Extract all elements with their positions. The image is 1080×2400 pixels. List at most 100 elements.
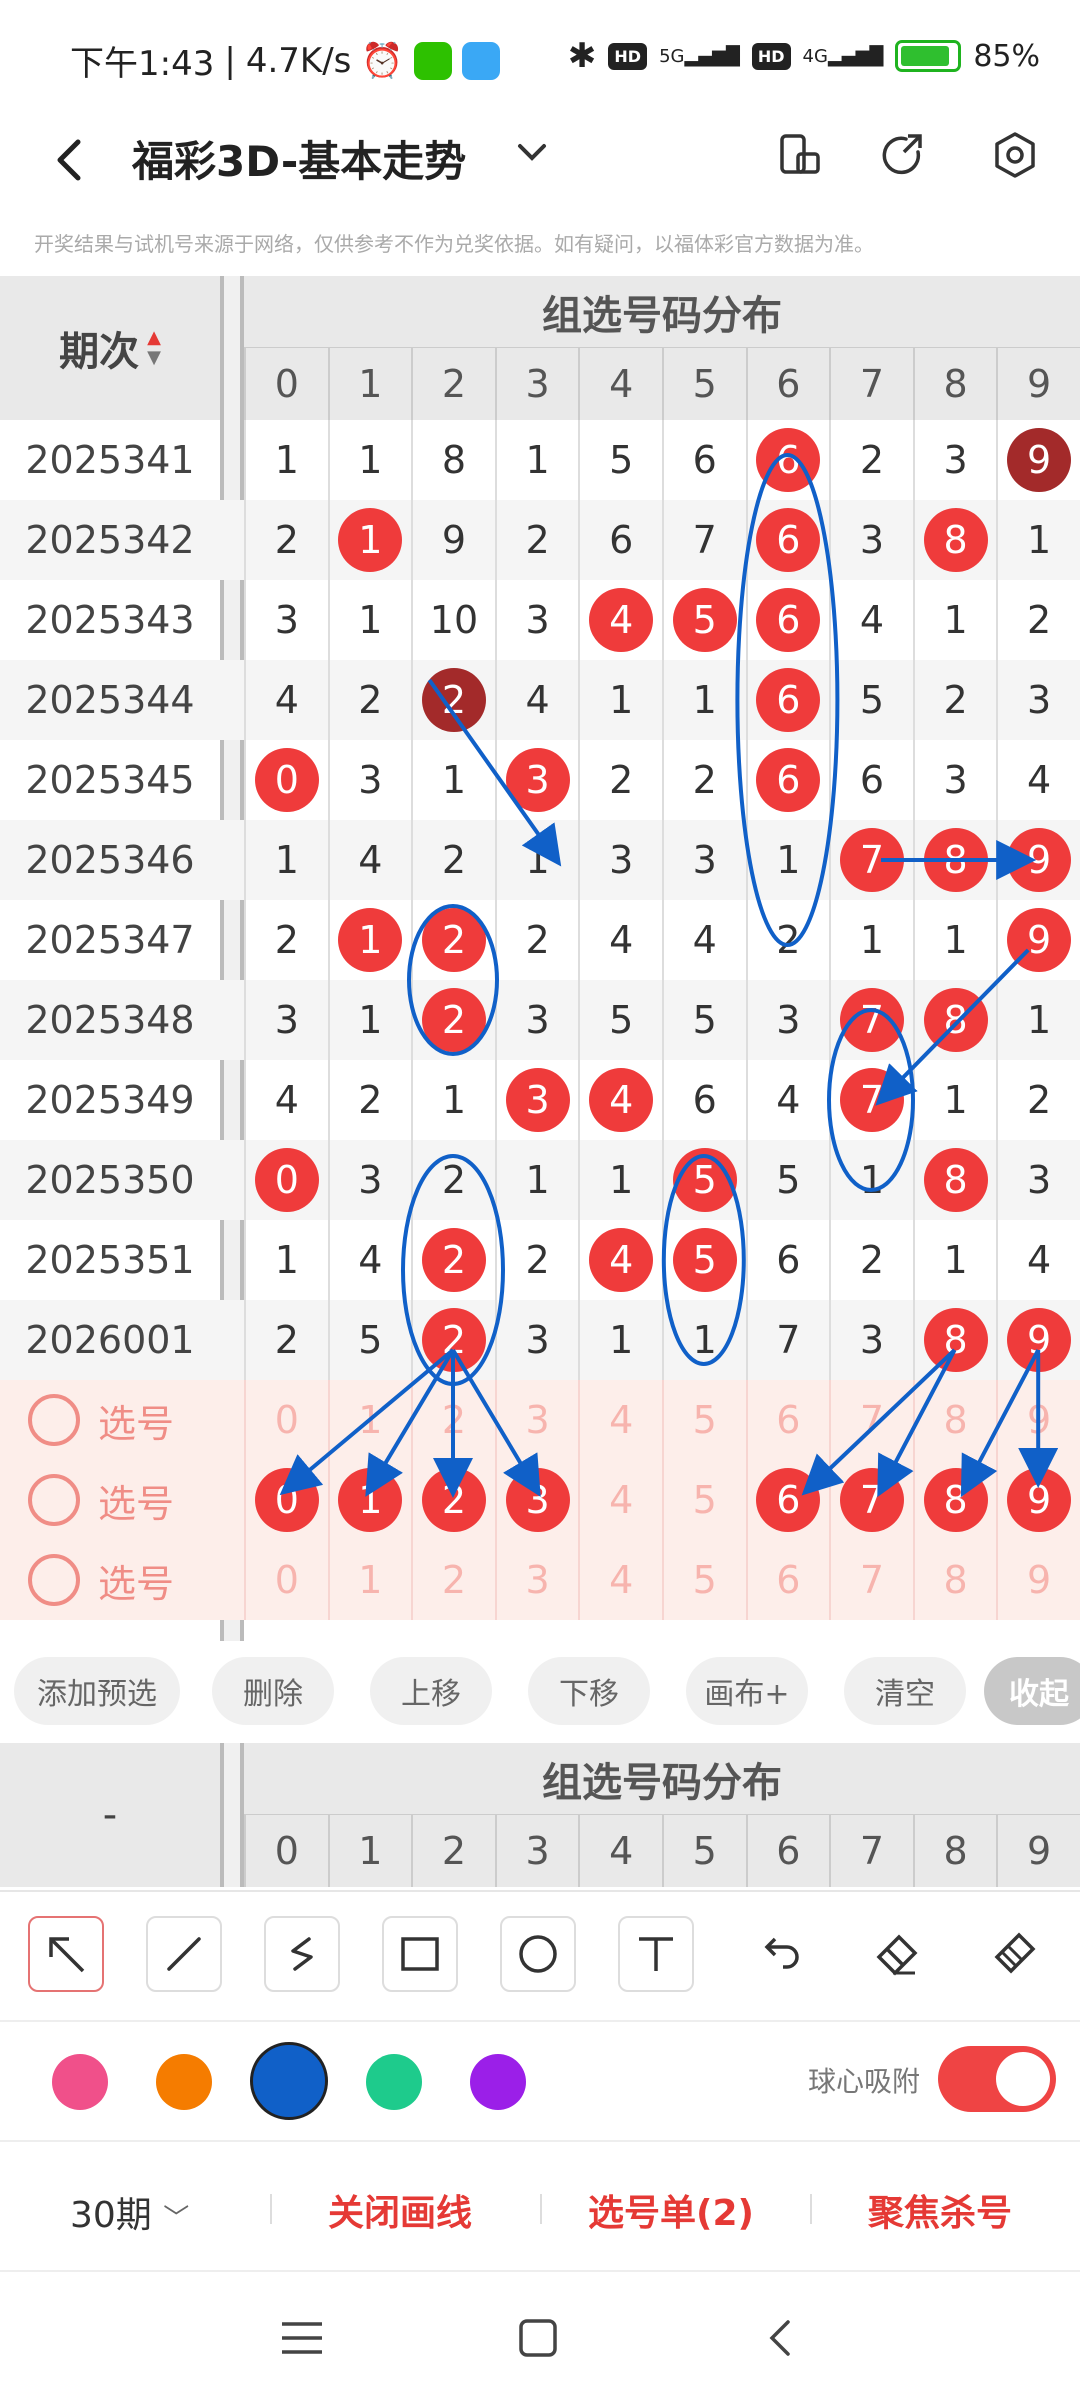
cell-digit-3[interactable]: 1 [494, 1140, 579, 1220]
cell-digit-1[interactable]: 1 [327, 420, 412, 500]
cell-digit-5[interactable]: 3 [661, 820, 746, 900]
pick-row-label[interactable]: 选号 [0, 1540, 220, 1620]
picked-ball[interactable]: 7 [839, 1468, 904, 1532]
cell-digit-5[interactable]: 4 [661, 900, 746, 980]
period-selector[interactable]: 30期 ﹀ [70, 2186, 189, 2238]
radio-circle-icon[interactable] [28, 1394, 80, 1446]
sort-icon[interactable]: ▲ ▼ [147, 328, 161, 368]
hit-ball[interactable]: 4 [589, 588, 654, 652]
cell-digit-6[interactable]: 5 [745, 1140, 830, 1220]
cell-digit-0[interactable]: 0 [244, 1140, 328, 1220]
collapse-button[interactable]: 收起 [984, 1657, 1080, 1725]
delete-button[interactable]: 删除 [212, 1657, 334, 1725]
pick-cell-0[interactable]: 0 [244, 1380, 328, 1460]
cell-digit-7[interactable]: 5 [829, 660, 913, 740]
pick-cell-4[interactable]: 4 [578, 1540, 662, 1620]
circle-tool-icon[interactable] [500, 1916, 576, 1992]
pick-cell-3[interactable]: 3 [494, 1380, 579, 1460]
cell-digit-0[interactable]: 4 [244, 660, 328, 740]
cell-digit-6[interactable]: 6 [745, 580, 830, 660]
screen-rotate-icon[interactable] [768, 124, 830, 186]
rectangle-tool-icon[interactable] [382, 1916, 458, 1992]
cell-digit-4[interactable]: 3 [578, 820, 662, 900]
cell-digit-3[interactable]: 3 [494, 580, 579, 660]
hit-ball[interactable]: 2 [421, 1228, 486, 1292]
cell-digit-5[interactable]: 2 [661, 740, 746, 820]
cell-digit-2[interactable]: 2 [411, 1300, 495, 1380]
cell-digit-8[interactable]: 3 [912, 740, 997, 820]
pick-cell-5[interactable]: 5 [661, 1540, 746, 1620]
pick-cell-6[interactable]: 6 [745, 1460, 830, 1540]
page-title[interactable]: 福彩3D-基本走势 [132, 128, 466, 189]
cell-digit-9[interactable]: 9 [996, 420, 1080, 500]
cell-digit-4[interactable]: 4 [578, 1060, 662, 1140]
cell-digit-4[interactable]: 4 [578, 580, 662, 660]
pick-cell-1[interactable]: 1 [327, 1380, 412, 1460]
cell-digit-7[interactable]: 1 [829, 1140, 913, 1220]
hit-ball[interactable]: 2 [421, 1308, 486, 1372]
cell-digit-6[interactable]: 3 [745, 980, 830, 1060]
hit-ball[interactable]: 5 [672, 1148, 737, 1212]
picked-ball[interactable]: 2 [421, 1468, 486, 1532]
pick-row-label[interactable]: 选号 [0, 1460, 220, 1540]
pick-list-button[interactable]: 选号单(2) [588, 2184, 754, 2236]
cell-digit-0[interactable]: 0 [244, 740, 328, 820]
hit-ball[interactable]: 4 [589, 1228, 654, 1292]
hit-ball[interactable]: 8 [923, 1148, 988, 1212]
move-up-button[interactable]: 上移 [370, 1657, 492, 1725]
cell-digit-4[interactable]: 1 [578, 660, 662, 740]
pick-cell-8[interactable]: 8 [912, 1380, 997, 1460]
hit-ball[interactable]: 1 [338, 508, 403, 572]
pick-cell-9[interactable]: 9 [996, 1460, 1080, 1540]
pick-cell-7[interactable]: 7 [829, 1460, 913, 1540]
hit-ball[interactable]: 6 [756, 588, 821, 652]
hit-ball[interactable]: 8 [923, 508, 988, 572]
cell-digit-8[interactable]: 1 [912, 1220, 997, 1300]
cell-digit-2[interactable]: 10 [411, 580, 495, 660]
cell-digit-3[interactable]: 2 [494, 500, 579, 580]
color-swatch-blue-selected[interactable] [250, 2042, 328, 2120]
cell-digit-0[interactable]: 2 [244, 500, 328, 580]
cell-digit-1[interactable]: 3 [327, 1140, 412, 1220]
cell-digit-0[interactable]: 1 [244, 420, 328, 500]
pick-cell-1[interactable]: 1 [327, 1460, 412, 1540]
focus-kill-button[interactable]: 聚焦杀号 [868, 2184, 1012, 2236]
pick-cell-7[interactable]: 7 [829, 1380, 913, 1460]
undo-icon[interactable] [740, 1916, 816, 1992]
hit-ball[interactable]: 6 [756, 748, 821, 812]
issue-column-header[interactable]: 期次 ▲ ▼ [0, 276, 220, 420]
pick-cell-9[interactable]: 9 [996, 1540, 1080, 1620]
cell-digit-6[interactable]: 4 [745, 1060, 830, 1140]
cell-digit-6[interactable]: 7 [745, 1300, 830, 1380]
cell-digit-4[interactable]: 5 [578, 420, 662, 500]
cell-digit-4[interactable]: 5 [578, 980, 662, 1060]
cell-digit-2[interactable]: 1 [411, 1060, 495, 1140]
hit-ball[interactable]: 5 [672, 1228, 737, 1292]
cell-digit-8[interactable]: 1 [912, 900, 997, 980]
hit-ball[interactable]: 9 [1007, 908, 1072, 972]
hit-ball[interactable]: 7 [839, 1068, 904, 1132]
cell-digit-1[interactable]: 3 [327, 740, 412, 820]
hit-ball[interactable]: 8 [923, 1308, 988, 1372]
color-swatch-orange[interactable] [156, 2054, 212, 2110]
cell-digit-8[interactable]: 8 [912, 1140, 997, 1220]
snap-toggle[interactable] [938, 2046, 1056, 2112]
menu-icon[interactable] [278, 2316, 326, 2364]
hit-ball[interactable]: 6 [756, 508, 821, 572]
cell-digit-4[interactable]: 4 [578, 1220, 662, 1300]
hit-ball[interactable]: 0 [254, 1148, 319, 1212]
cell-digit-9[interactable]: 3 [996, 660, 1080, 740]
pick-cell-4[interactable]: 4 [578, 1460, 662, 1540]
cell-digit-5[interactable]: 5 [661, 980, 746, 1060]
cell-digit-5[interactable]: 1 [661, 1300, 746, 1380]
pick-cell-6[interactable]: 6 [745, 1540, 830, 1620]
picked-ball[interactable]: 9 [1007, 1468, 1072, 1532]
cell-digit-6[interactable]: 6 [745, 1220, 830, 1300]
pick-cell-2[interactable]: 2 [411, 1540, 495, 1620]
back-arrow-icon[interactable] [40, 130, 100, 190]
cell-digit-8[interactable]: 1 [912, 580, 997, 660]
clear-button[interactable]: 清空 [844, 1657, 966, 1725]
cell-digit-1[interactable]: 2 [327, 1060, 412, 1140]
picked-ball[interactable]: 8 [923, 1468, 988, 1532]
pick-row-label[interactable]: 选号 [0, 1380, 220, 1460]
